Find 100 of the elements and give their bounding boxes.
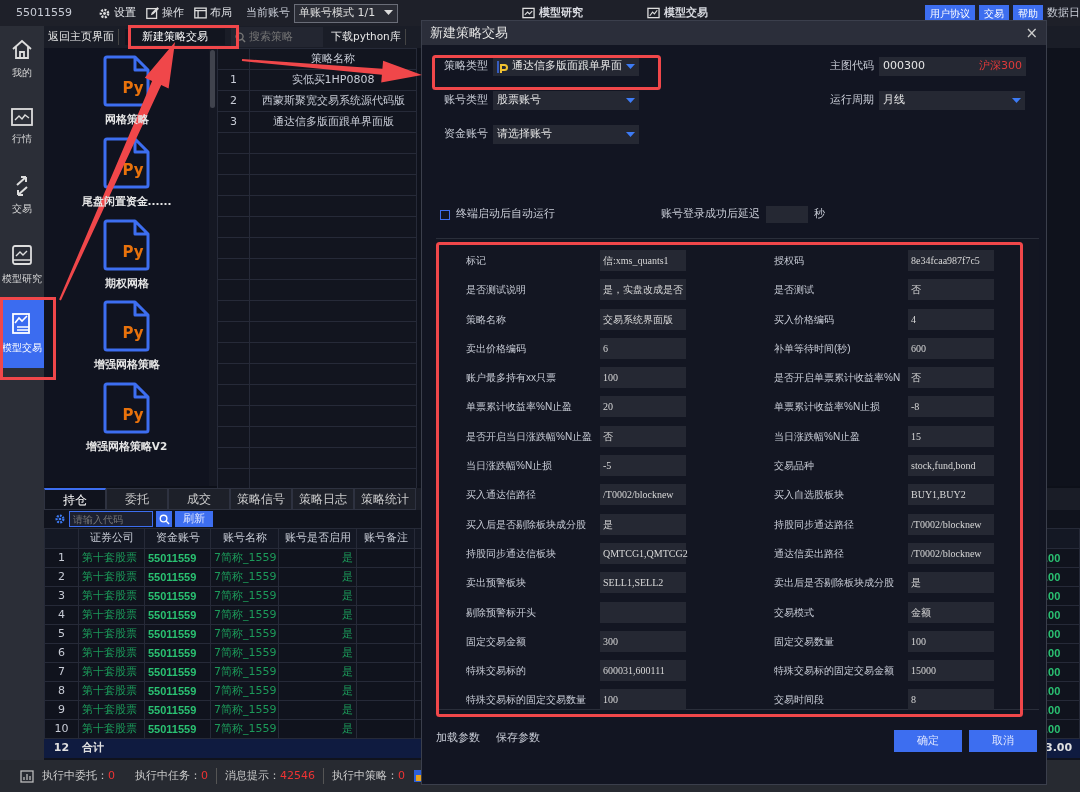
panel-tab[interactable]: 策略日志 xyxy=(292,488,354,510)
row-number: 4 xyxy=(44,605,79,625)
strategy-name[interactable]: 通达信多版面跟单界面版 xyxy=(249,111,417,133)
field-label: 账号类型 xyxy=(444,92,488,109)
status-text: 执行中委托：0 xyxy=(42,767,115,784)
new-strategy-tab[interactable]: 新建策略交易 xyxy=(125,29,225,45)
param-input[interactable]: 8e34fcaa987f7c5 xyxy=(908,250,994,271)
strategy-name[interactable]: 西蒙斯聚宽交易系统源代码版 xyxy=(249,90,417,112)
field-label: 运行周期 xyxy=(830,92,874,109)
param-input[interactable]: 否 xyxy=(908,279,994,301)
top-tab[interactable]: 模型交易 xyxy=(647,4,708,22)
param-input[interactable]: /T0002/blocknew xyxy=(600,484,686,506)
template-label[interactable]: 增强网格策略V2 xyxy=(85,439,168,455)
param-input[interactable]: 信:xms_quants1 xyxy=(600,250,686,271)
table-cell: 55011559 xyxy=(144,605,211,625)
caret-icon xyxy=(626,63,635,70)
panel-tab[interactable]: 持仓 xyxy=(44,488,106,510)
param-input[interactable]: 4 xyxy=(908,308,994,330)
param-input[interactable]: -8 xyxy=(908,396,994,418)
panel-tab[interactable]: 成交 xyxy=(168,488,230,510)
param-input[interactable]: stock,fund,bond xyxy=(908,455,994,477)
ok-button[interactable]: 确定 xyxy=(894,730,962,752)
search-input[interactable]: 搜索策略 xyxy=(249,29,321,45)
param-input[interactable]: -5 xyxy=(600,455,686,477)
text-link[interactable]: 保存参数 xyxy=(496,729,540,747)
param-label: 是否开启当日涨跌幅%N止盈 xyxy=(466,429,594,444)
top-tab[interactable]: 模型研究 xyxy=(522,4,583,22)
param-input[interactable]: 100 xyxy=(600,367,686,389)
param-input[interactable]: 否 xyxy=(600,425,686,447)
account-type-select[interactable]: 股票账号 xyxy=(493,91,639,110)
param-label: 卖出后是否剔除板块成分股 xyxy=(774,576,895,591)
param-input[interactable]: BUY1,BUY2 xyxy=(908,484,994,506)
menu-item[interactable]: 操作 xyxy=(146,4,184,22)
caret-icon xyxy=(384,10,393,16)
template-label[interactable]: 增强网格策略 xyxy=(93,357,160,373)
sidebar-item[interactable]: 我的 xyxy=(0,26,44,92)
panel-tab[interactable]: 策略统计 xyxy=(354,488,416,510)
search-button[interactable] xyxy=(156,511,172,527)
param-input[interactable]: 是 xyxy=(908,572,994,594)
param-input[interactable]: 20 xyxy=(600,396,686,418)
checkbox-label[interactable]: 终端启动后自动运行 xyxy=(456,206,555,223)
cancel-button[interactable]: 取消 xyxy=(969,730,1037,752)
account-mode-select[interactable]: 单账号模式 1/1 xyxy=(294,3,398,23)
table-cell: 7简称_1559 xyxy=(210,643,279,663)
row-number: 1 xyxy=(44,548,79,568)
table-cell: 7简称_1559 xyxy=(210,719,279,739)
text-link[interactable]: 加载参数 xyxy=(436,729,480,747)
column-header: 证券公司 xyxy=(78,528,145,549)
period-select[interactable]: 月线 xyxy=(879,91,1025,110)
caret-icon xyxy=(626,131,635,138)
table-cell: 是 xyxy=(278,567,357,587)
checkbox[interactable] xyxy=(440,209,450,220)
param-input[interactable]: 金额 xyxy=(908,601,994,623)
unit-label: 秒 xyxy=(814,206,825,223)
template-label[interactable]: 期权网格 xyxy=(104,275,149,292)
table-cell: 是 xyxy=(278,719,357,739)
download-link[interactable]: 下载python库 xyxy=(327,29,406,45)
refresh-button[interactable]: 刷新 xyxy=(175,511,213,527)
table-cell: 55011559 xyxy=(144,624,211,644)
param-input[interactable]: 600031,600111 xyxy=(600,660,686,682)
menu-item[interactable]: 布局 xyxy=(194,4,232,22)
fund-account-select[interactable]: 请选择账号 xyxy=(493,125,639,144)
sidebar-item[interactable]: 交易 xyxy=(0,161,44,230)
param-input[interactable]: 600 xyxy=(908,337,994,359)
param-input[interactable]: /T0002/blocknew xyxy=(908,513,994,535)
table-cell: 是 xyxy=(278,605,357,625)
table-cell: 是 xyxy=(278,643,357,663)
close-button[interactable]: × xyxy=(1025,25,1038,41)
param-input[interactable]: 100 xyxy=(600,689,686,711)
chart-code-field[interactable]: 000300 沪深300 xyxy=(879,57,1026,76)
table-cell: 第十套股票 xyxy=(78,681,145,701)
param-input[interactable]: 8 xyxy=(908,689,994,711)
search-icon xyxy=(235,31,246,43)
param-input[interactable]: 交易系统界面版 xyxy=(600,308,686,330)
panel-tab[interactable]: 委托 xyxy=(106,488,168,510)
param-input[interactable]: 6 xyxy=(600,337,686,359)
param-input[interactable]: 是 xyxy=(600,513,686,535)
menu-item[interactable]: 设置 xyxy=(98,4,136,22)
sidebar-item[interactable]: 模型研究 xyxy=(0,230,44,299)
param-input[interactable]: 15 xyxy=(908,425,994,447)
param-label: 授权码 xyxy=(774,254,805,268)
table-cell: 第十套股票 xyxy=(78,605,145,625)
panel-tab[interactable]: 策略信号 xyxy=(230,488,292,510)
param-input[interactable]: 300 xyxy=(600,630,686,652)
param-input[interactable]: 100 xyxy=(908,630,994,652)
param-label: 是否开启单票累计收益率%N xyxy=(774,371,902,386)
sidebar-item[interactable]: 行情 xyxy=(0,92,44,161)
back-link[interactable]: 返回主页界面 xyxy=(44,29,119,45)
code-input[interactable]: 请输入代码 xyxy=(69,511,153,527)
param-input[interactable]: /T0002/blocknew xyxy=(908,542,994,564)
param-input[interactable]: 是，实盘改成是否 xyxy=(600,279,686,301)
table-cell: 第十套股票 xyxy=(78,719,145,739)
search-field[interactable]: 搜索策略 xyxy=(231,27,323,47)
param-label: 当日涨跌幅%N止盈 xyxy=(774,429,862,444)
row-number: 3 xyxy=(217,111,250,133)
row-number: 2 xyxy=(44,567,79,587)
param-input[interactable]: 15000 xyxy=(908,660,994,682)
param-input[interactable]: SELL1,SELL2 xyxy=(600,572,686,594)
param-input[interactable]: 否 xyxy=(908,367,994,389)
param-input[interactable]: QMTCG1,QMTCG2 xyxy=(600,542,686,564)
